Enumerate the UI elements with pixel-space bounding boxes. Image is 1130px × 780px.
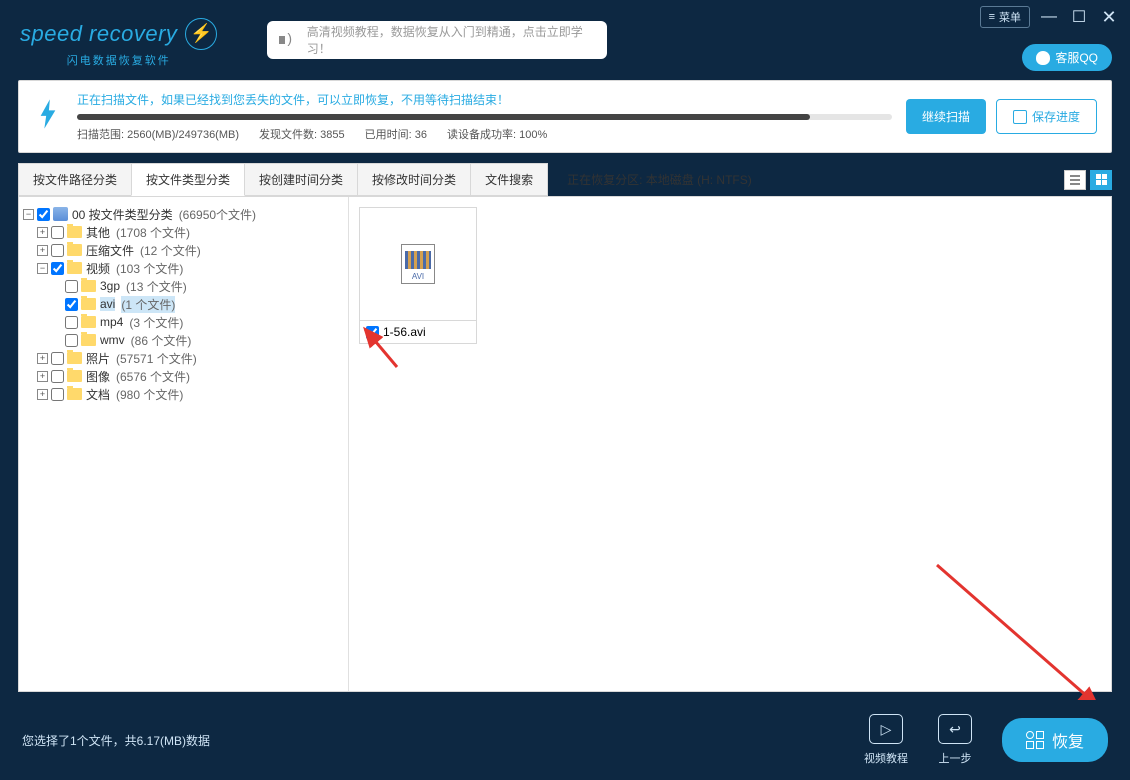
app-logo: speed recovery ⚡ 闪电数据恢复软件 — [20, 18, 217, 68]
elapsed-time: 36 — [415, 129, 427, 141]
category-tree: − 00 按文件类型分类 (66950个文件) + 其他 (1708 个文件) … — [19, 197, 349, 691]
expand-icon[interactable]: + — [37, 353, 48, 364]
tree-checkbox[interactable] — [65, 280, 78, 293]
recover-button[interactable]: 恢复 — [1002, 718, 1108, 762]
file-item[interactable]: 1-56.avi — [359, 207, 477, 344]
tree-item-avi[interactable]: avi (1 个文件) — [23, 295, 344, 313]
close-button[interactable]: ✕ — [1098, 7, 1120, 28]
view-list-button[interactable] — [1064, 170, 1086, 190]
file-checkbox[interactable] — [366, 326, 379, 339]
scan-range-value: 2560(MB)/249736(MB) — [127, 129, 239, 141]
collapse-icon[interactable]: − — [23, 209, 34, 220]
folder-icon — [67, 352, 82, 364]
expand-icon[interactable]: + — [37, 227, 48, 238]
footer: 您选择了1个文件，共6.17(MB)数据 ▷ 视频教程 ↩ 上一步 恢复 — [0, 700, 1130, 780]
minimize-button[interactable]: — — [1038, 8, 1060, 26]
drive-icon — [53, 207, 68, 221]
tutorial-banner[interactable]: 高清视频教程，数据恢复从入门到精通，点击立即学习！ — [267, 21, 607, 59]
folder-icon — [67, 262, 82, 274]
found-count: 3855 — [320, 129, 344, 141]
folder-icon — [67, 370, 82, 382]
folder-icon — [67, 388, 82, 400]
tree-item-video[interactable]: − 视频 (103 个文件) — [23, 259, 344, 277]
qq-icon — [1036, 51, 1050, 65]
folder-icon — [81, 316, 96, 328]
tree-item-other[interactable]: + 其他 (1708 个文件) — [23, 223, 344, 241]
tree-checkbox[interactable] — [51, 352, 64, 365]
file-grid: 1-56.avi — [349, 197, 1111, 691]
tab-by-create-time[interactable]: 按创建时间分类 — [244, 163, 358, 196]
tree-checkbox[interactable] — [51, 370, 64, 383]
folder-icon — [67, 226, 82, 238]
tree-item-image[interactable]: + 图像 (6576 个文件) — [23, 367, 344, 385]
avi-file-icon — [401, 244, 435, 284]
success-rate: 100% — [519, 129, 547, 141]
tree-checkbox[interactable] — [51, 226, 64, 239]
tree-item-wmv[interactable]: wmv (86 个文件) — [23, 331, 344, 349]
main-content: − 00 按文件类型分类 (66950个文件) + 其他 (1708 个文件) … — [18, 196, 1112, 692]
menu-button[interactable]: ≡ 菜单 — [980, 6, 1030, 28]
back-icon: ↩ — [949, 721, 961, 738]
tab-file-search[interactable]: 文件搜索 — [470, 163, 548, 196]
menu-icon: ≡ — [989, 11, 995, 23]
back-button[interactable]: ↩ 上一步 — [938, 714, 972, 766]
customer-service-button[interactable]: 客服QQ — [1022, 44, 1112, 71]
folder-icon — [81, 280, 96, 292]
expand-icon[interactable]: + — [37, 245, 48, 256]
tree-checkbox[interactable] — [65, 334, 78, 347]
tab-by-path[interactable]: 按文件路径分类 — [18, 163, 132, 196]
maximize-button[interactable]: ☐ — [1068, 7, 1090, 27]
speaker-icon — [279, 32, 296, 48]
scan-progress — [77, 114, 892, 120]
scan-status-panel: 正在扫描文件，如果已经找到您丢失的文件，可以立即恢复，不用等待扫描结束！ 扫描范… — [18, 80, 1112, 153]
video-tutorial-button[interactable]: ▷ 视频教程 — [864, 714, 908, 766]
selection-status: 您选择了1个文件，共6.17(MB)数据 — [22, 732, 210, 749]
tree-item-photo[interactable]: + 照片 (57571 个文件) — [23, 349, 344, 367]
logo-subtitle: 闪电数据恢复软件 — [67, 52, 171, 68]
scan-message: 正在扫描文件，如果已经找到您丢失的文件，可以立即恢复，不用等待扫描结束！ — [77, 91, 892, 108]
tree-item-mp4[interactable]: mp4 (3 个文件) — [23, 313, 344, 331]
folder-icon — [81, 334, 96, 346]
continue-scan-button[interactable]: 继续扫描 — [906, 99, 986, 134]
expand-icon[interactable]: + — [37, 371, 48, 382]
view-grid-button[interactable] — [1090, 170, 1112, 190]
tree-item-3gp[interactable]: 3gp (13 个文件) — [23, 277, 344, 295]
list-icon — [1070, 175, 1080, 185]
tutorial-text: 高清视频教程，数据恢复从入门到精通，点击立即学习！ — [307, 23, 596, 57]
folder-icon — [67, 244, 82, 256]
file-name: 1-56.avi — [383, 325, 426, 339]
partition-label: 正在恢复分区: 本地磁盘 (H: NTFS) — [567, 171, 752, 188]
save-progress-button[interactable]: 保存进度 — [996, 99, 1097, 134]
tree-checkbox[interactable] — [65, 316, 78, 329]
recover-icon — [1026, 731, 1044, 749]
tab-by-modify-time[interactable]: 按修改时间分类 — [357, 163, 471, 196]
tree-checkbox[interactable] — [51, 388, 64, 401]
play-icon: ▷ — [881, 721, 892, 738]
titlebar: speed recovery ⚡ 闪电数据恢复软件 高清视频教程，数据恢复从入门… — [0, 0, 1130, 80]
bolt-icon: ⚡ — [185, 18, 217, 50]
category-tabs: 按文件路径分类 按文件类型分类 按创建时间分类 按修改时间分类 文件搜索 正在恢… — [18, 163, 1112, 196]
tree-checkbox[interactable] — [37, 208, 50, 221]
tree-item-archive[interactable]: + 压缩文件 (12 个文件) — [23, 241, 344, 259]
tree-checkbox[interactable] — [65, 298, 78, 311]
scan-bolt-icon — [33, 99, 63, 134]
grid-icon — [1096, 174, 1107, 185]
collapse-icon[interactable]: − — [37, 263, 48, 274]
tree-root[interactable]: − 00 按文件类型分类 (66950个文件) — [23, 205, 344, 223]
tree-checkbox[interactable] — [51, 244, 64, 257]
tree-item-doc[interactable]: + 文档 (980 个文件) — [23, 385, 344, 403]
logo-text: speed recovery — [20, 21, 177, 47]
expand-icon[interactable]: + — [37, 389, 48, 400]
tab-by-type[interactable]: 按文件类型分类 — [131, 163, 245, 196]
save-icon — [1013, 110, 1027, 124]
tree-checkbox[interactable] — [51, 262, 64, 275]
folder-icon — [81, 298, 96, 310]
